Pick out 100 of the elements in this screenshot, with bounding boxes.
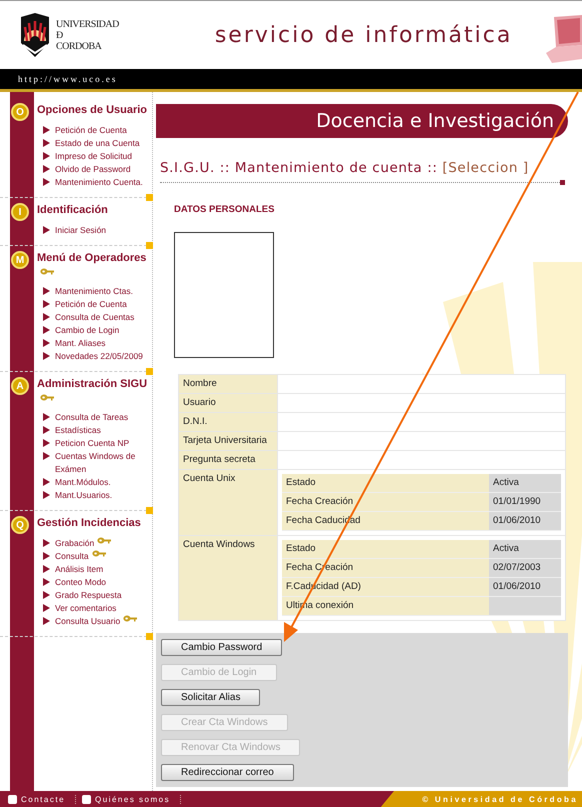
bullet-icon: [43, 552, 50, 560]
section-badge: Q: [11, 516, 29, 534]
field-value: 01/06/2010: [489, 512, 561, 530]
footer-link[interactable]: Quiénes somos: [95, 795, 170, 804]
field-value: Activa: [489, 474, 561, 492]
field-label: Estado: [282, 474, 489, 492]
footer-link[interactable]: Contacte: [21, 795, 66, 804]
menu-link[interactable]: Petición de Cuenta: [37, 298, 152, 311]
page-heading: S.I.G.U. :: Mantenimiento de cuenta :: [Seleccion ]: [160, 160, 562, 183]
corner-marker: [146, 507, 153, 514]
menu-link[interactable]: Consulta Usuario: [37, 615, 152, 628]
action-button[interactable]: Redireccionar correo: [161, 764, 294, 781]
corner-marker: [146, 242, 153, 249]
menu-link[interactable]: Grado Respuesta: [37, 589, 152, 602]
section-title: Opciones de Usuario: [37, 104, 148, 116]
bullet-icon: [43, 300, 50, 308]
section-title: Administración SIGU: [37, 378, 148, 390]
bullet-icon: [43, 604, 50, 612]
bullet-icon: [43, 339, 50, 347]
key-icon: [92, 550, 106, 557]
menu-link[interactable]: Consulta de Tareas: [37, 411, 152, 424]
field-value: 01/06/2010: [489, 578, 561, 596]
copyright-text: © Universidad de Córdoba: [422, 795, 578, 804]
bullet-icon: [43, 426, 50, 434]
field-label: Usuario: [178, 394, 278, 412]
corner-marker: [146, 368, 153, 375]
field-label: D.N.I.: [178, 412, 278, 432]
field-label: Nombre: [178, 374, 278, 394]
action-button[interactable]: Solicitar Alias: [161, 689, 260, 706]
bullet-icon: [43, 439, 50, 447]
menu-link[interactable]: Petición de Cuenta: [37, 124, 152, 137]
section-badge: M: [11, 251, 29, 269]
laptop-icon: [546, 15, 582, 63]
menu-link[interactable]: Análisis Item: [37, 563, 152, 576]
field-value: [489, 596, 561, 616]
menu-link[interactable]: Cambio de Login: [37, 324, 152, 337]
field-value: 01/01/1990: [489, 492, 561, 512]
section-heading: DATOS PERSONALES: [174, 204, 276, 215]
field-label: Tarjeta Universitaria: [178, 432, 278, 450]
menu-link[interactable]: Mant.Usuarios.: [37, 489, 152, 502]
bullet-icon: [43, 152, 50, 160]
action-button[interactable]: Cambio Password: [161, 639, 282, 656]
menu-link[interactable]: Ver comentarios: [37, 602, 152, 615]
menu-link[interactable]: Olvido de Password: [37, 163, 152, 176]
menu-link[interactable]: Mant.Módulos.: [37, 476, 152, 489]
bullet-icon: [43, 452, 50, 460]
section-badge: I: [11, 203, 29, 221]
section-badge: O: [11, 103, 29, 121]
bullet-icon: [43, 352, 50, 360]
menu-link[interactable]: Estado de una Cuenta: [37, 137, 152, 150]
section-title: Gestión Incidencias: [37, 517, 141, 529]
bullet-icon: [43, 287, 50, 295]
site-title: servicio de informática: [214, 22, 512, 48]
link-icon: [8, 795, 17, 804]
link-icon: [82, 795, 92, 804]
logo-icon: [20, 13, 50, 57]
bullet-icon: [43, 539, 50, 547]
menu-link[interactable]: Novedades 22/05/2009: [37, 350, 152, 363]
field-value: 02/07/2003: [489, 558, 561, 578]
bullet-icon: [43, 165, 50, 173]
menu-link[interactable]: Peticion Cuenta NP: [37, 437, 152, 450]
field-label: Cuenta Windows: [178, 536, 278, 620]
menu-link[interactable]: Consulta de Cuentas: [37, 311, 152, 324]
menu-link[interactable]: Iniciar Sesión: [37, 224, 152, 237]
field-label: Cuenta Unix: [178, 470, 278, 536]
menu-link[interactable]: Mantenimiento Ctas.: [37, 285, 152, 298]
key-icon: [123, 615, 138, 622]
section-title: Identificación: [37, 204, 108, 216]
page-banner: Docencia e Investigación: [156, 104, 568, 138]
bullet-icon: [43, 313, 50, 321]
bullet-icon: [43, 413, 50, 421]
field-label: Pregunta secreta: [178, 450, 278, 470]
menu-link[interactable]: Conteo Modo: [37, 576, 152, 589]
bullet-icon: [43, 178, 50, 186]
field-value: Activa: [489, 540, 561, 558]
bullet-icon: [43, 126, 50, 134]
corner-marker: [146, 633, 153, 640]
menu-link[interactable]: Estadísticas: [37, 424, 152, 437]
section-badge: A: [11, 377, 29, 395]
section-title: Menú de Operadores: [37, 252, 146, 264]
bullet-icon: [43, 491, 50, 499]
bullet-icon: [43, 591, 50, 599]
url-link[interactable]: http://www.uco.es: [18, 74, 118, 84]
menu-link[interactable]: Impreso de Solicitud: [37, 150, 152, 163]
menu-link[interactable]: Mant. Aliases: [37, 337, 152, 350]
bullet-icon: [43, 326, 50, 334]
logo-text: UNIVERSIDAD Đ CORDOBA: [56, 18, 119, 52]
bullet-icon: [43, 617, 50, 625]
menu-link[interactable]: Consulta: [37, 550, 152, 563]
key-icon: [97, 537, 112, 544]
corner-marker: [146, 194, 153, 201]
bullet-icon: [43, 478, 50, 486]
bullet-icon: [43, 565, 50, 573]
menu-link[interactable]: Cuentas Windows de Exámen: [37, 450, 152, 476]
bullet-icon: [43, 578, 50, 586]
field-label: Estado: [282, 540, 489, 558]
bullet-icon: [43, 139, 50, 147]
menu-link[interactable]: Mantenimiento Cuenta.: [37, 176, 152, 189]
bullet-icon: [43, 226, 50, 234]
field-label: Fecha Creación: [282, 492, 489, 512]
